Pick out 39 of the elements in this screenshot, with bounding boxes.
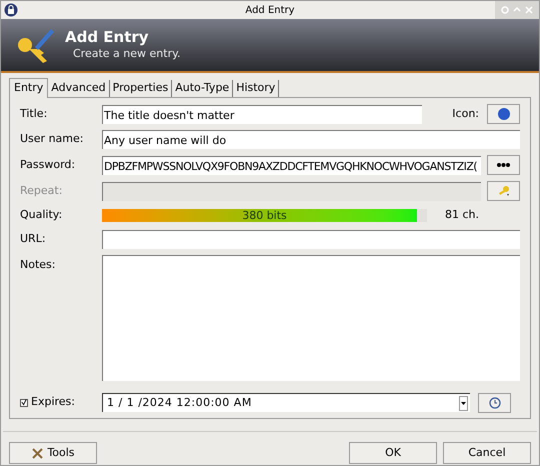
text-field[interactable]: Any user name will do bbox=[102, 130, 520, 149]
expires-checkbox[interactable] bbox=[20, 398, 28, 406]
field-label: Repeat: bbox=[20, 182, 64, 199]
show-password-button[interactable] bbox=[487, 155, 520, 175]
clock-icon bbox=[488, 396, 500, 408]
field-label: Quality: bbox=[20, 207, 64, 223]
field-label: Notes: bbox=[20, 256, 56, 272]
icon-picker-button[interactable] bbox=[487, 104, 520, 124]
icon-label: Icon: bbox=[452, 106, 479, 122]
field-label: User name: bbox=[20, 131, 84, 148]
tools-button[interactable]: Tools bbox=[9, 442, 97, 464]
password-generator-button[interactable] bbox=[487, 181, 520, 201]
character-count: 81 ch. bbox=[445, 207, 480, 223]
window-title: Add Entry bbox=[245, 4, 295, 18]
quality-reading: 380 bits bbox=[241, 208, 288, 222]
tab[interactable]: Entry bbox=[9, 78, 48, 98]
key-icon bbox=[498, 186, 510, 196]
expiry-preset-button[interactable] bbox=[478, 392, 511, 412]
ok-button[interactable]: OK bbox=[349, 442, 437, 464]
field-label: Title: bbox=[20, 106, 48, 122]
tab[interactable]: Auto-Type bbox=[172, 80, 234, 97]
tab[interactable]: History bbox=[233, 80, 280, 97]
header-title: Add Entry bbox=[65, 28, 150, 46]
tab[interactable]: Properties bbox=[110, 80, 172, 97]
tools-icon bbox=[31, 446, 44, 460]
text-field[interactable] bbox=[102, 230, 520, 248]
field-label: Expires: bbox=[31, 394, 75, 410]
dropdown-arrow-icon bbox=[461, 402, 466, 404]
header-subtitle: Create a new entry. bbox=[73, 46, 181, 62]
tab[interactable]: Advanced bbox=[48, 80, 110, 97]
text-field[interactable]: DPBZFMPWSSNOLVQX9FOBN9AXZDDCFTEMVGQHKNOCWHVOGANSTZIZ( bbox=[102, 156, 481, 174]
lock-icon bbox=[4, 3, 18, 17]
field-label: URL: bbox=[20, 230, 47, 247]
date-field[interactable]: 1 / 1 /2024 12:00:00 AM bbox=[102, 393, 470, 412]
text-field[interactable]: The title doesn't matter bbox=[102, 104, 422, 124]
dots-icon bbox=[497, 163, 510, 167]
field-label: Password: bbox=[20, 156, 76, 173]
notes-field[interactable] bbox=[102, 254, 520, 380]
cancel-button[interactable]: Cancel bbox=[443, 442, 531, 464]
